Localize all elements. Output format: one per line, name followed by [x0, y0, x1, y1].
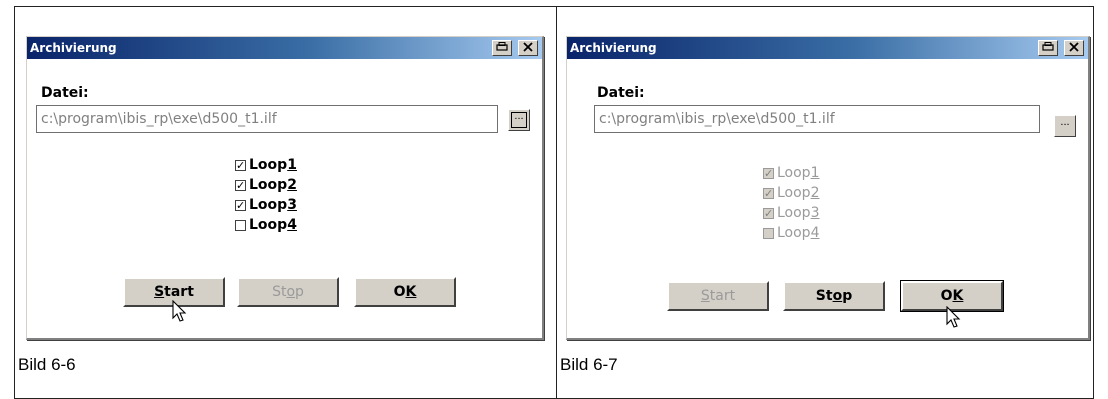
loop-3-checkbox[interactable]: ✓ Loop 3	[235, 195, 297, 215]
start-button[interactable]: Start	[667, 281, 769, 311]
button-text: p	[842, 288, 853, 304]
checkbox-unchecked[interactable]	[235, 219, 246, 231]
button-accesskey: S	[700, 288, 710, 304]
file-path-field[interactable]: c:\program\ibis_rp\exe\d500_t1.ilf	[36, 105, 498, 133]
button-accesskey: K	[405, 284, 417, 300]
loop-number: 4	[287, 217, 297, 233]
loop-label: Loop	[777, 205, 811, 221]
title-bar[interactable]: Archivierung	[27, 37, 542, 59]
button-accesskey: o	[832, 288, 843, 304]
browse-button[interactable]: ...	[1054, 115, 1076, 137]
loop-label: Loop	[249, 157, 288, 173]
loop-4-checkbox[interactable]: Loop 4	[763, 223, 820, 243]
button-text: St	[815, 288, 833, 304]
loop-label: Loop	[249, 177, 288, 193]
loop-label: Loop	[777, 185, 811, 201]
loop-4-checkbox[interactable]: Loop 4	[235, 215, 297, 235]
button-text: tart	[709, 288, 736, 304]
button-text: tart	[164, 284, 194, 300]
button-accesskey: S	[154, 284, 165, 300]
loop-checkbox-group: ✓ Loop 1 ✓ Loop 2 ✓ Loop 3 Loop 4	[763, 163, 820, 243]
dialog-title: Archivierung	[30, 41, 117, 55]
mouse-pointer-icon	[946, 306, 961, 328]
loop-3-checkbox[interactable]: ✓ Loop 3	[763, 203, 820, 223]
mouse-pointer-icon	[172, 300, 187, 322]
figure-caption: Bild 6-6	[18, 355, 76, 374]
button-text: O	[940, 288, 953, 304]
dialog-title: Archivierung	[570, 41, 657, 55]
button-text: O	[393, 284, 406, 300]
button-accesskey: K	[952, 288, 964, 304]
ellipsis-icon: ...	[514, 110, 524, 122]
loop-label: Loop	[777, 225, 811, 241]
loop-1-checkbox[interactable]: ✓ Loop 1	[763, 163, 820, 183]
button-accesskey: o	[286, 284, 296, 300]
archivierung-dialog: Archivierung Datei: c:\program\ibis_rp\e…	[26, 36, 544, 340]
stop-button[interactable]: Stop	[783, 281, 885, 311]
checkbox-checked[interactable]: ✓	[763, 207, 774, 219]
archivierung-dialog: Archivierung Datei: c:\program\ibis_rp\e…	[566, 36, 1090, 340]
loop-label: Loop	[249, 217, 288, 233]
loop-2-checkbox[interactable]: ✓ Loop 2	[235, 175, 297, 195]
ellipsis-icon: ...	[1060, 116, 1070, 128]
loop-label: Loop	[777, 165, 811, 181]
close-button[interactable]	[1064, 40, 1084, 56]
checkbox-checked[interactable]: ✓	[235, 159, 246, 171]
loop-label: Loop	[249, 197, 288, 213]
loop-number: 1	[287, 157, 297, 173]
checkbox-checked[interactable]: ✓	[763, 187, 774, 199]
browse-button[interactable]: ...	[508, 109, 530, 131]
button-text: p	[295, 284, 304, 300]
loop-number: 4	[810, 225, 820, 241]
close-button[interactable]	[518, 40, 538, 56]
file-path-field[interactable]: c:\program\ibis_rp\exe\d500_t1.ilf	[594, 105, 1040, 133]
checkbox-checked[interactable]: ✓	[235, 179, 246, 191]
loop-number: 3	[810, 205, 820, 221]
print-button[interactable]	[1038, 40, 1058, 56]
loop-2-checkbox[interactable]: ✓ Loop 2	[763, 183, 820, 203]
close-icon	[1069, 42, 1079, 52]
checkbox-unchecked[interactable]	[763, 227, 774, 239]
loop-1-checkbox[interactable]: ✓ Loop 1	[235, 155, 297, 175]
loop-number: 2	[287, 177, 297, 193]
checkbox-checked[interactable]: ✓	[763, 167, 774, 179]
loop-number: 2	[810, 185, 820, 201]
loop-checkbox-group: ✓ Loop 1 ✓ Loop 2 ✓ Loop 3 Loop 4	[235, 155, 297, 235]
datei-label: Datei:	[41, 85, 89, 101]
button-text: St	[272, 284, 287, 300]
loop-number: 3	[287, 197, 297, 213]
stop-button[interactable]: Stop	[237, 277, 339, 307]
checkbox-checked[interactable]: ✓	[235, 199, 246, 211]
figure-caption: Bild 6-7	[560, 355, 618, 374]
loop-number: 1	[810, 165, 820, 181]
print-button[interactable]	[492, 40, 512, 56]
printer-icon	[1042, 42, 1054, 51]
datei-label: Datei:	[597, 85, 645, 101]
close-icon	[523, 42, 533, 52]
printer-icon	[496, 42, 508, 51]
title-bar[interactable]: Archivierung	[567, 37, 1088, 59]
ok-button[interactable]: OK	[354, 277, 456, 307]
